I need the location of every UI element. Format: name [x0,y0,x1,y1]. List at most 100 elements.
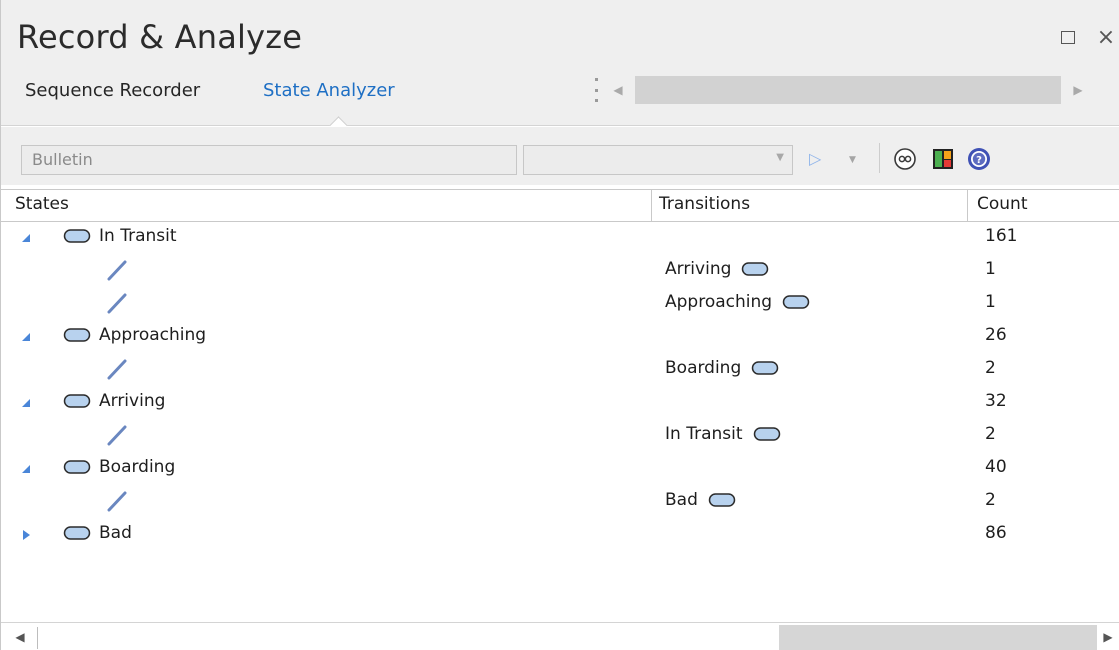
chevron-right-icon: ▶ [1103,630,1113,644]
state-name: Arriving [99,391,166,411]
help-icon: ? [968,148,990,170]
state-node-icon [63,459,91,475]
state-node-icon [63,393,91,409]
state-row[interactable]: In Transit 161 [1,222,1119,255]
state-shape-icon [708,493,736,507]
expand-icon[interactable] [19,527,33,541]
analyzer-combo-box[interactable]: ▼ [523,145,793,175]
column-header-states[interactable]: States [15,194,69,214]
grid-body: In Transit 161 Arriving 1 Approaching 1 Approa… [1,222,1119,622]
analyzer-toolbar: Bulletin ▼ ▷ ▼ ? [1,127,1119,185]
count-cell: 32 [985,391,1007,411]
play-icon: ▷ [809,149,822,168]
title-bar: Record & Analyze × [1,0,1119,70]
transition-row[interactable]: Bad 2 [1,486,1119,519]
state-node-icon [63,525,91,541]
collapse-icon[interactable] [19,461,33,475]
transition-state-icon [782,294,810,310]
chevron-down-icon: ▼ [776,152,784,163]
count-cell: 86 [985,523,1007,543]
column-header-count[interactable]: Count [977,194,1028,214]
state-name: In Transit [99,226,177,246]
state-row[interactable]: Arriving 32 [1,387,1119,420]
count-cell: 40 [985,457,1007,477]
state-name: Bad [99,523,132,543]
layout-button[interactable] [931,147,955,171]
transition-state-icon [751,360,779,376]
record-analyze-window: Record & Analyze × Sequence Recorder Sta… [0,0,1119,650]
layout-icon [933,149,953,169]
transition-row[interactable]: Approaching 1 [1,288,1119,321]
state-shape-icon [752,361,779,375]
horizontal-scrollbar[interactable]: ◀ ▶ [1,622,1119,650]
transition-row[interactable]: In Transit 2 [1,420,1119,453]
scroll-separator [37,627,38,649]
column-divider[interactable] [967,190,968,222]
transition-cell: Boarding [665,358,779,378]
state-shape-icon [742,262,769,276]
tab-scroll-left-button[interactable]: ◀ [611,80,625,100]
chevron-left-icon: ◀ [15,630,25,644]
state-node-icon [63,228,91,244]
count-cell: 26 [985,325,1007,345]
state-name: Boarding [99,457,176,477]
tab-state-analyzer[interactable]: State Analyzer [263,80,395,101]
transition-line-icon [105,291,129,315]
tab-scroll-track[interactable] [635,76,1061,104]
chevron-left-icon: ◀ [613,83,623,97]
tab-bar: Sequence Recorder State Analyzer ◀ ▶ [1,70,1119,126]
transition-row[interactable]: Boarding 2 [1,354,1119,387]
state-shape-icon [63,229,91,243]
chevron-down-icon: ▼ [849,155,856,165]
scroll-thumb[interactable] [779,625,1097,650]
state-row[interactable]: Boarding 40 [1,453,1119,486]
link-button[interactable] [893,147,917,171]
close-button[interactable]: × [1093,24,1119,50]
state-name: Approaching [99,325,207,345]
run-button[interactable]: ▷ [809,149,821,168]
state-shape-icon [63,328,91,342]
tab-sequence-recorder[interactable]: Sequence Recorder [25,80,200,101]
collapse-icon[interactable] [19,230,33,244]
help-button[interactable]: ? [967,147,991,171]
state-row[interactable]: Approaching 26 [1,321,1119,354]
count-cell: 1 [985,259,996,279]
transition-line-icon [105,357,129,381]
tab-grip-handle[interactable] [595,78,601,102]
count-cell: 2 [985,358,996,378]
transition-cell: In Transit [665,424,781,444]
state-node-icon [63,327,91,343]
run-dropdown-button[interactable]: ▼ [849,155,856,165]
scroll-left-button[interactable]: ◀ [13,629,27,645]
transition-line-icon [105,423,129,447]
transition-name: Arriving [665,259,732,279]
transition-state-icon [708,492,736,508]
state-shape-icon [63,526,91,540]
transition-line-icon [105,258,129,282]
collapse-icon[interactable] [19,395,33,409]
transition-state-icon [753,426,781,442]
transition-name: In Transit [665,424,743,444]
scroll-right-button[interactable]: ▶ [1101,629,1115,645]
grid-header: States Transitions Count [1,189,1119,222]
transition-row[interactable]: Arriving 1 [1,255,1119,288]
transition-state-icon [741,261,769,277]
tab-scroll-right-button[interactable]: ▶ [1071,80,1085,100]
state-shape-icon [753,427,780,441]
count-cell: 1 [985,292,996,312]
transition-line-icon [105,489,129,513]
count-cell: 161 [985,226,1018,246]
transition-name: Approaching [665,292,773,312]
chevron-right-icon: ▶ [1073,83,1083,97]
collapse-icon[interactable] [19,329,33,343]
svg-text:?: ? [976,155,982,166]
column-header-transitions[interactable]: Transitions [659,194,750,214]
bulletin-field[interactable]: Bulletin [21,145,517,175]
scroll-track[interactable] [39,625,779,650]
maximize-button[interactable] [1055,24,1081,50]
column-divider[interactable] [651,190,652,222]
state-shape-icon [782,295,810,309]
state-row[interactable]: Bad 86 [1,519,1119,552]
maximize-icon [1061,30,1075,44]
state-shape-icon [63,460,91,474]
